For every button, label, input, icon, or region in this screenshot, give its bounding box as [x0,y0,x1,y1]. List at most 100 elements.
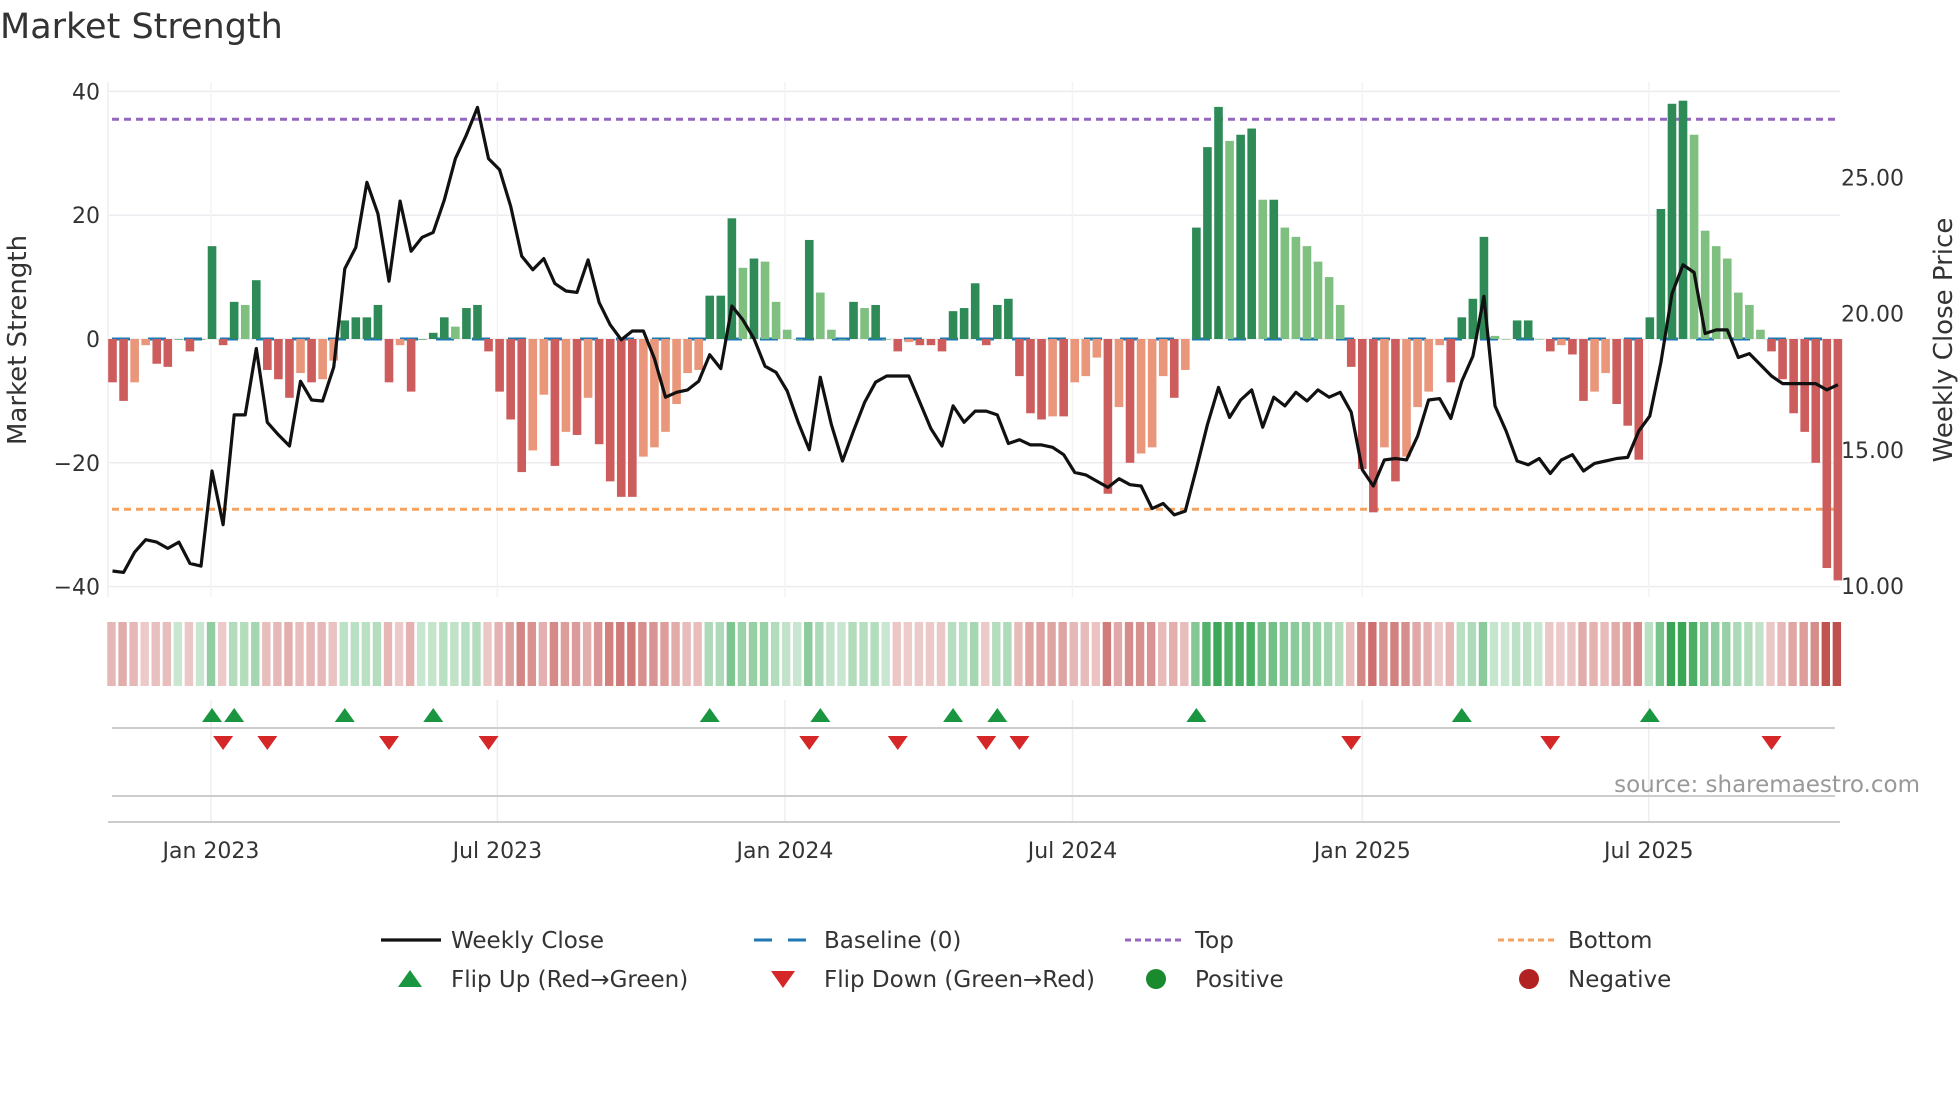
flip-down-marker [1341,736,1362,750]
heat-cell [1799,622,1808,686]
flip-down-marker [799,736,820,750]
heat-cell [1412,622,1421,686]
strength-bar [1324,277,1334,339]
strength-bar [628,339,637,497]
strength-bar [318,339,327,380]
heat-cell [1766,622,1775,686]
strength-bar [804,239,814,339]
strength-bar [108,339,117,383]
strength-bar [1811,339,1821,463]
heat-cell [549,622,559,686]
strength-bar [1623,339,1633,426]
strength-bar [506,339,515,420]
heat-cell [1655,622,1665,686]
strength-bar [1501,339,1511,340]
heat-cell [416,622,426,686]
strength-bar [152,339,162,364]
strength-bar [1645,317,1655,339]
heat-cell [1832,622,1842,686]
strength-bar [428,332,438,339]
heat-cell [815,622,824,686]
heat-cell [361,622,371,686]
flip-up-marker [334,708,355,722]
strength-bar [827,329,836,339]
heat-cell [1158,622,1167,686]
heat-cell [704,622,713,686]
strength-bar [1590,339,1599,392]
heat-cell [605,622,614,686]
strength-bar [1546,339,1555,352]
heat-cell [892,622,901,686]
strength-bar [1136,339,1146,454]
heat-cell [1423,622,1432,686]
heat-cell [660,622,669,686]
heat-cell [1821,622,1830,686]
strength-bar [583,339,593,398]
heat-cell [1334,622,1344,686]
heat-cell [649,622,658,686]
strength-bar [1004,298,1013,339]
strength-bar [716,295,726,339]
strength-bar [871,304,880,339]
strength-bar [1103,339,1113,494]
heat-cell [1146,622,1156,686]
strength-bar [1059,339,1068,417]
legend-label: Flip Up (Red→Green) [451,967,688,993]
heat-cell [1677,622,1687,686]
heat-cell [1489,622,1499,686]
flip-down-marker [1761,736,1782,750]
strength-bar [274,339,283,380]
heat-cell [826,622,835,686]
heat-cell [240,622,249,686]
heat-cell [262,622,271,686]
heat-cell [1600,622,1609,686]
strength-bar [263,339,272,370]
strength-bar [1114,339,1124,408]
strength-bar [749,258,759,339]
heat-cell [1500,622,1510,686]
strength-bar [119,339,128,401]
heat-cell [1777,622,1786,686]
heat-cell [1047,622,1056,686]
strength-bar [1280,227,1290,339]
heat-cell [405,622,415,686]
heat-cell [295,622,304,686]
heat-cell [1014,622,1023,686]
heat-cell [1357,622,1366,686]
strength-bar [915,339,925,346]
strength-bar [473,304,482,339]
strength-bar [1125,339,1135,463]
strength-bar [174,339,184,340]
strength-bar [1236,134,1245,339]
strength-bar [1048,339,1057,417]
heat-cell [1257,622,1266,686]
strength-bar [462,308,471,339]
y2-axis-label: Weekly Close Price [1929,218,1959,463]
strength-bar [1269,199,1279,339]
flip-down-marker [887,736,908,750]
heat-cell [1401,622,1410,686]
heat-cell [173,622,183,686]
strength-bar [163,339,173,367]
heat-cell [284,622,293,686]
strength-bar [1015,339,1024,377]
strength-bar [1026,339,1035,414]
heat-cell [848,622,857,686]
heat-cell [107,622,116,686]
heat-cell [273,622,282,686]
strength-bar [1512,320,1522,339]
y-tick-label: −40 [54,576,100,601]
strength-bar [351,317,361,339]
strength-bar [605,339,615,482]
heat-cell [1346,622,1355,686]
heat-cell [1478,622,1488,686]
strength-heat-strip [107,622,1842,686]
strength-bar [440,317,449,339]
heat-cell [682,622,691,686]
strength-bar [1734,292,1743,339]
y-tick-label: −20 [54,452,100,477]
y-tick-label: 0 [86,328,100,353]
strength-bar [1258,199,1268,339]
heat-cell [450,622,459,686]
strength-bar [1302,246,1312,339]
